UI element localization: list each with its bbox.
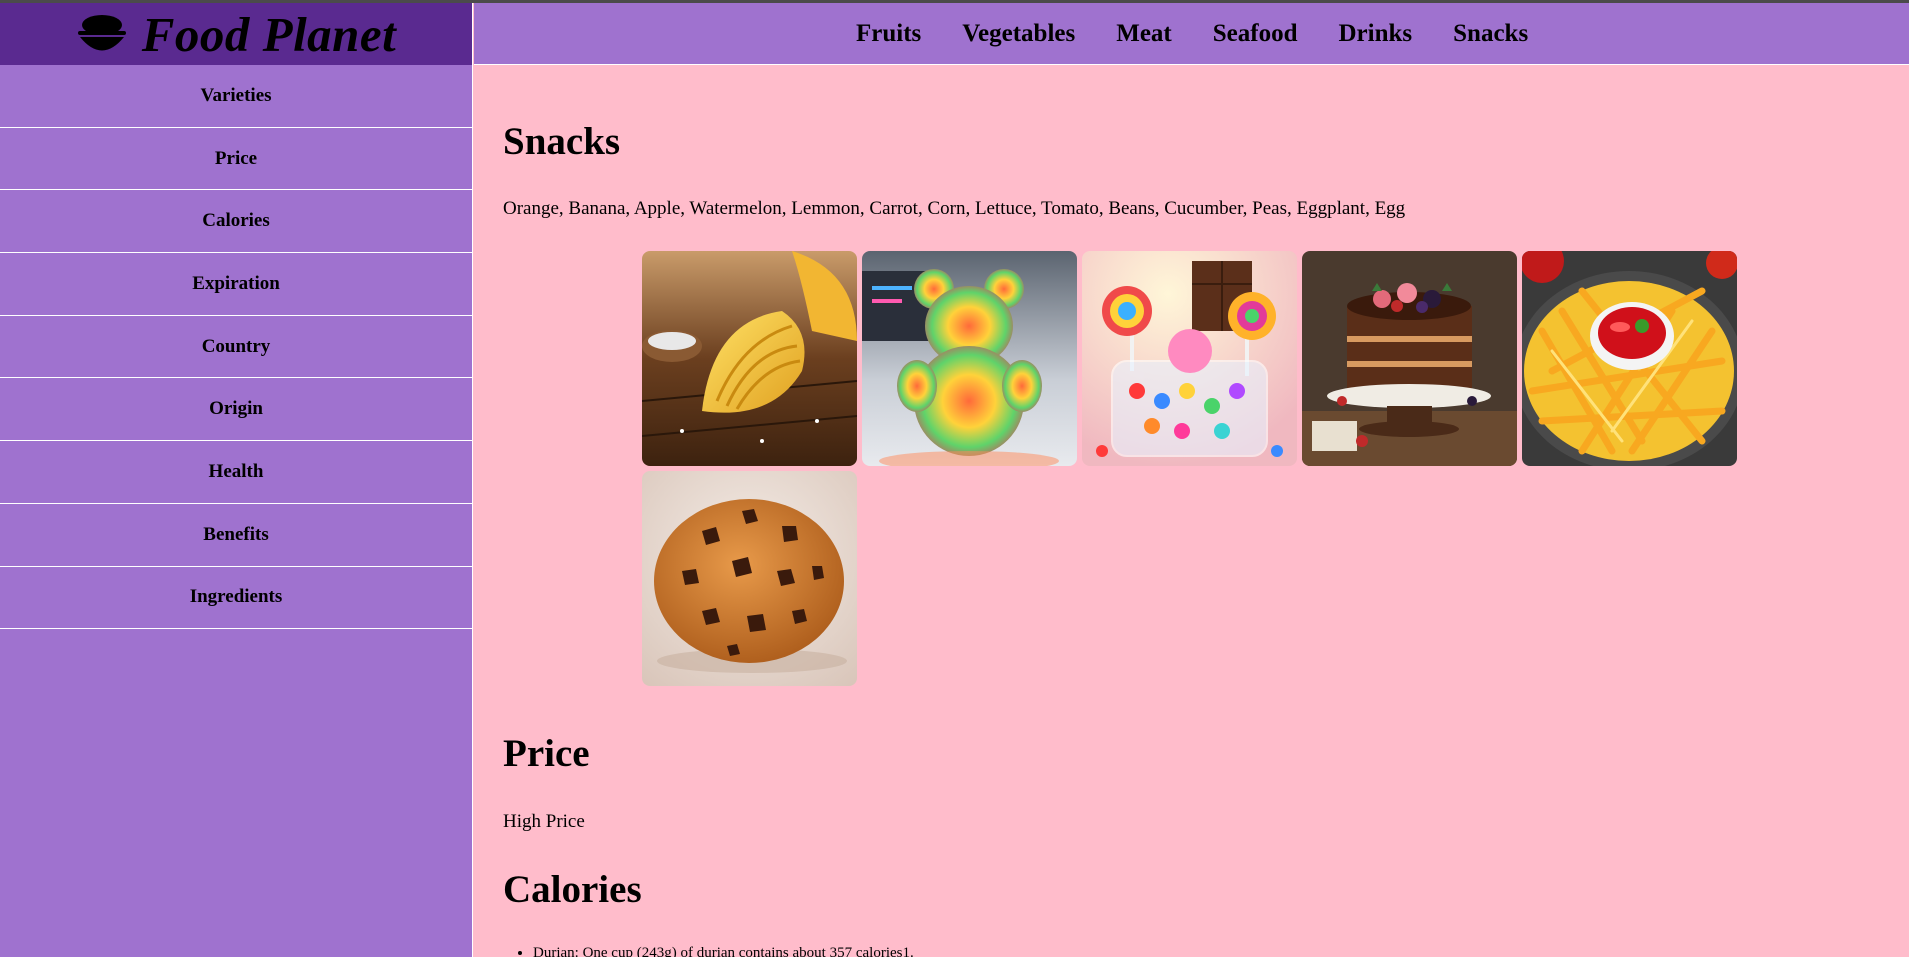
sidebar-item-varieties[interactable]: Varieties [0,65,472,128]
sidebar-item-calories[interactable]: Calories [0,190,472,254]
nav-vegetables[interactable]: Vegetables [962,20,1075,48]
sidebar-item-health[interactable]: Health [0,441,472,504]
nav-drinks[interactable]: Drinks [1339,20,1413,48]
food-bowl-icon [76,12,128,56]
chocolate-cake-image[interactable] [1302,251,1517,466]
sidebar-item-origin[interactable]: Origin [0,378,472,442]
nav-seafood[interactable]: Seafood [1213,20,1298,48]
nav-meat[interactable]: Meat [1116,20,1172,48]
top-navigation: Fruits Vegetables Meat Seafood Drinks Sn… [474,3,1909,65]
price-text: High Price [503,811,585,832]
sidebar-item-price[interactable]: Price [0,128,472,191]
sidebar-item-benefits[interactable]: Benefits [0,504,472,567]
snacks-description: Orange, Banana, Apple, Watermelon, Lemmo… [503,198,1406,219]
nav-snacks[interactable]: Snacks [1453,20,1528,48]
sidebar: Varieties Price Calories Expiration Coun… [0,65,473,957]
calories-heading: Calories [503,868,642,911]
calories-list: Durian: One cup (243g) of durian contain… [533,945,914,957]
sidebar-item-expiration[interactable]: Expiration [0,253,472,316]
main-content: Snacks Orange, Banana, Apple, Watermelon… [474,65,1909,957]
chocolate-chip-cookie-image[interactable] [642,471,857,686]
sidebar-item-ingredients[interactable]: Ingredients [0,567,472,630]
snack-gallery [642,251,1752,686]
list-item: Durian: One cup (243g) of durian contain… [533,945,914,957]
brand-header[interactable]: Food Planet [0,3,473,65]
potato-chips-image[interactable] [642,251,857,466]
candy-jar-image[interactable] [1082,251,1297,466]
sidebar-item-country[interactable]: Country [0,316,472,379]
french-fries-image[interactable] [1522,251,1737,466]
site-title: Food Planet [141,6,397,62]
nav-fruits[interactable]: Fruits [856,20,921,48]
snacks-heading: Snacks [503,120,621,163]
price-heading: Price [503,732,590,775]
gummy-bear-image[interactable] [862,251,1077,466]
